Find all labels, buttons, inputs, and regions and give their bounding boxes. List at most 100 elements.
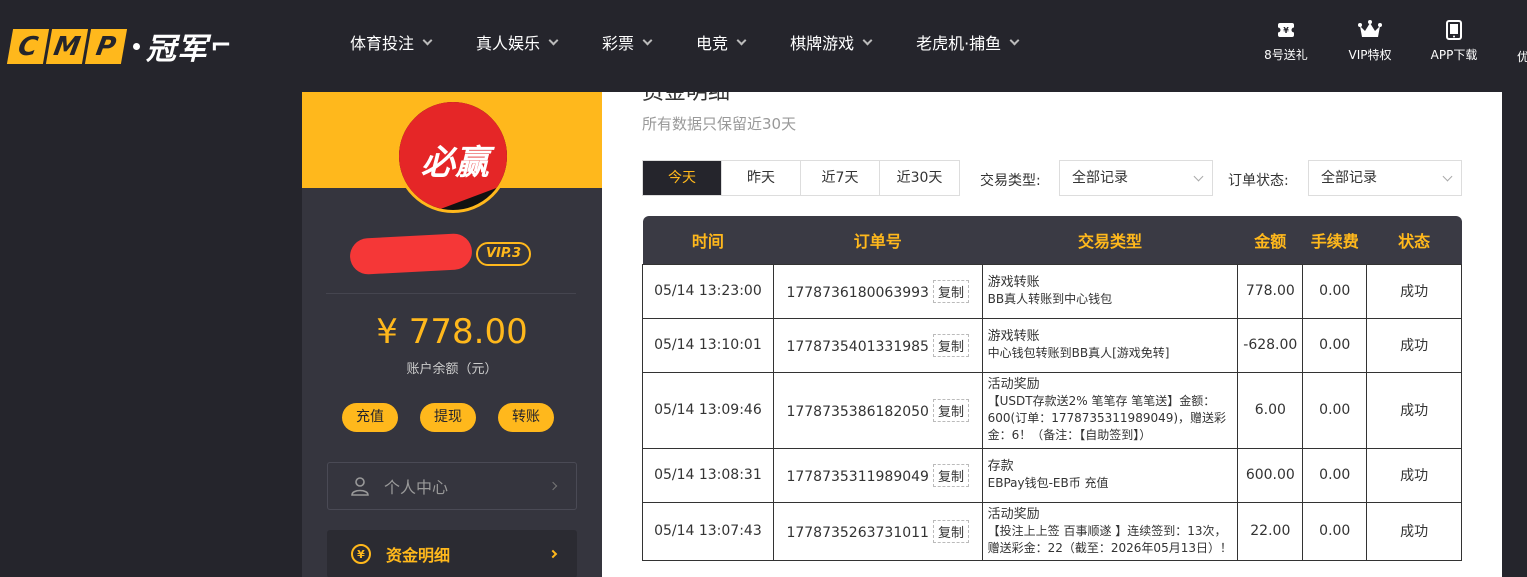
user-sidebar: 必赢 VIP.3 ¥ 778.00 账户余额（元） 充值 提现 转账 个人中心 …: [302, 92, 602, 577]
table-row: 05/14 13:09:46 1778735386182050 复制 活动奖励 【U…: [642, 371, 1462, 449]
top-icon-group: ¥ 8号送礼 VIP特权 APP下载: [1255, 20, 1507, 63]
cell-amount: -628.00: [1237, 317, 1304, 373]
copy-button[interactable]: 复制: [932, 519, 969, 543]
cell-fee: 0.00: [1302, 447, 1368, 503]
col-order: 订单号: [773, 216, 983, 264]
sidebar-item-fund-details[interactable]: ¥ 资金明细: [327, 530, 577, 577]
cell-order: 1778736180063993 复制: [772, 263, 983, 319]
app-label: APP下载: [1430, 48, 1478, 62]
cell-type: 存款 EBPay钱包-EB币 充值: [981, 447, 1239, 503]
vip-badge: VIP.3: [476, 242, 532, 266]
svg-text:¥: ¥: [1283, 26, 1289, 35]
overflow-label[interactable]: 优: [1517, 48, 1527, 65]
cell-status: 成功: [1366, 263, 1462, 319]
chevron-right-icon: [548, 481, 558, 491]
gift-link[interactable]: ¥ 8号送礼: [1255, 20, 1317, 63]
range-today[interactable]: 今天: [643, 161, 722, 195]
col-amount: 金额: [1237, 216, 1303, 264]
avatar: 必赢: [396, 99, 510, 213]
svg-text:¥: ¥: [357, 548, 365, 561]
cell-amount: 778.00: [1237, 263, 1304, 319]
col-status: 状态: [1366, 216, 1462, 264]
main-content: 资金明细 所有数据只保留近30天 今天 昨天 近7天 近30天 交易类型: 全部…: [602, 92, 1502, 577]
range-7days[interactable]: 近7天: [801, 161, 880, 195]
nav-item-card-games[interactable]: 棋牌游戏: [790, 30, 873, 54]
nav-item-esports[interactable]: 电竞: [696, 30, 747, 54]
transactions-table: 时间 订单号 交易类型 金额 手续费 状态 05/14 13:23:00 177…: [642, 216, 1462, 561]
table-header-row: 时间 订单号 交易类型 金额 手续费 状态: [642, 216, 1462, 264]
logo-text: 冠军: [146, 32, 208, 67]
copy-button[interactable]: 复制: [932, 333, 969, 357]
sidebar-divider: [326, 293, 576, 294]
chevron-down-icon: [862, 35, 873, 45]
logo-letter: M: [45, 28, 89, 64]
status-filter-label: 订单状态:: [1228, 173, 1289, 189]
phone-icon: [1446, 20, 1462, 40]
cell-type: 活动奖励 【USDT存款送2% 笔笔存 笔笔送】金额：600(订单：1778735…: [981, 371, 1239, 449]
cell-time: 05/14 13:10:01: [642, 317, 774, 373]
nav-item-lottery[interactable]: 彩票: [602, 30, 653, 54]
account-balance: ¥ 778.00: [376, 312, 528, 352]
col-fee: 手续费: [1302, 216, 1367, 264]
cell-fee: 0.00: [1302, 371, 1368, 449]
date-range-tabs: 今天 昨天 近7天 近30天: [642, 160, 960, 196]
ticket-icon: ¥: [1276, 23, 1296, 37]
col-type: 交易类型: [982, 216, 1238, 264]
sidebar-item-label: 资金明细: [386, 546, 451, 565]
page-subtitle: 所有数据只保留近30天: [642, 115, 797, 133]
redacted-username: [349, 232, 473, 276]
balance-label: 账户余额（元）: [406, 362, 498, 377]
cell-status: 成功: [1366, 501, 1462, 561]
gift-label: 8号送礼: [1264, 48, 1308, 62]
cell-type: 活动奖励 【投注上上签 百事顺遂 】连续签到：13次，赠送彩金：22（截至：202…: [981, 501, 1239, 561]
cell-order: 1778735401331985 复制: [772, 317, 983, 373]
app-download-link[interactable]: APP下载: [1423, 20, 1485, 63]
avatar-text: 必赢: [421, 143, 489, 183]
logo-letter: P: [84, 28, 128, 64]
transfer-button[interactable]: 转账: [498, 403, 554, 432]
table-row: 05/14 13:07:43 1778735263731011 复制 活动奖励 【投…: [642, 501, 1462, 561]
chevron-right-icon: [548, 549, 558, 559]
status-filter-select[interactable]: 全部记录: [1308, 160, 1462, 196]
main-nav: 体育投注 真人娱乐 彩票 电竞 棋牌游戏 老虎机·捕鱼: [350, 30, 1063, 54]
cell-fee: 0.00: [1302, 501, 1368, 561]
vip-link[interactable]: VIP特权: [1339, 20, 1401, 63]
nav-item-slots-fishing[interactable]: 老虎机·捕鱼: [916, 30, 1020, 54]
table-row: 05/14 13:10:01 1778735401331985 复制 游戏转账 中心…: [642, 317, 1462, 373]
yen-coin-icon: ¥: [351, 544, 371, 564]
cell-time: 05/14 13:23:00: [642, 263, 774, 319]
cell-time: 05/14 13:09:46: [642, 371, 774, 449]
logo-dot: [133, 42, 140, 50]
type-filter-select[interactable]: 全部记录: [1059, 160, 1213, 196]
cell-time: 05/14 13:07:43: [642, 501, 774, 561]
range-yesterday[interactable]: 昨天: [722, 161, 801, 195]
logo-tail: ⌐: [210, 31, 232, 61]
copy-button[interactable]: 复制: [932, 463, 969, 487]
crown-icon: [1358, 20, 1382, 37]
site-logo[interactable]: C M P 冠军 ⌐: [6, 24, 232, 68]
chevron-down-icon: [548, 35, 559, 45]
col-time: 时间: [642, 216, 774, 264]
nav-item-live-casino[interactable]: 真人娱乐: [476, 30, 559, 54]
type-filter-label: 交易类型:: [980, 173, 1041, 189]
chevron-down-icon: [1009, 35, 1020, 45]
copy-button[interactable]: 复制: [932, 398, 969, 422]
cell-status: 成功: [1366, 371, 1462, 449]
chevron-down-icon: [642, 35, 653, 45]
deposit-button[interactable]: 充值: [342, 403, 398, 432]
cell-order: 1778735311989049 复制: [772, 447, 983, 503]
copy-button[interactable]: 复制: [932, 279, 969, 303]
table-row: 05/14 13:23:00 1778736180063993 复制 游戏转账 BB…: [642, 263, 1462, 319]
sidebar-item-profile[interactable]: 个人中心: [327, 462, 577, 510]
nav-item-sports[interactable]: 体育投注: [350, 30, 433, 54]
withdraw-button[interactable]: 提现: [420, 403, 476, 432]
range-30days[interactable]: 近30天: [880, 161, 959, 195]
user-icon: [351, 477, 369, 496]
cell-fee: 0.00: [1302, 317, 1368, 373]
vip-label: VIP特权: [1348, 48, 1392, 62]
cell-order: 1778735263731011 复制: [772, 501, 983, 561]
chevron-down-icon: [422, 35, 433, 45]
cell-status: 成功: [1366, 447, 1462, 503]
logo-letter: C: [6, 28, 50, 64]
cell-type: 游戏转账 BB真人转账到中心钱包: [981, 263, 1239, 319]
